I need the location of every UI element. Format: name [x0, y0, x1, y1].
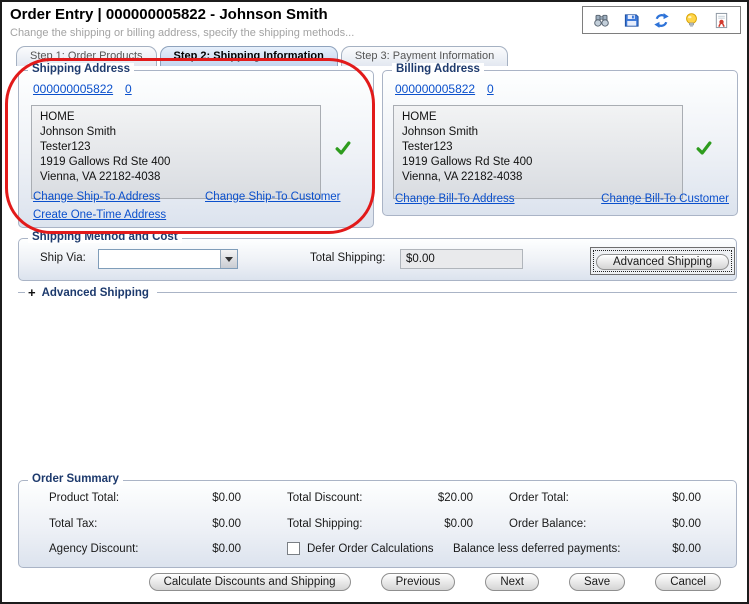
product-total-label: Product Total: — [49, 492, 120, 504]
shipping-address-count-link[interactable]: 0 — [125, 82, 132, 96]
previous-button[interactable]: Previous — [380, 573, 456, 591]
total-shipping-summary-value: $0.00 — [444, 518, 473, 530]
billing-addr-line: Johnson Smith — [402, 126, 479, 138]
shipping-addr-line: Tester123 — [40, 141, 91, 153]
report-icon[interactable] — [713, 12, 730, 29]
chevron-down-icon — [225, 256, 233, 262]
save-button[interactable]: Save — [568, 573, 626, 591]
shipping-addr-line: Vienna, VA 22182-4038 — [40, 171, 161, 183]
expand-plus-icon[interactable]: + — [28, 285, 36, 300]
ship-via-dropdown-button[interactable] — [220, 250, 237, 268]
expander-border-dash — [18, 292, 25, 293]
order-balance-label: Order Balance: — [509, 518, 587, 530]
shipping-method-legend: Shipping Method and Cost — [28, 231, 182, 243]
change-bill-to-customer-link[interactable]: Change Bill-To Customer — [601, 193, 729, 205]
agency-discount-value: $0.00 — [212, 543, 241, 555]
shipping-addr-line: HOME — [40, 111, 75, 123]
order-summary-legend: Order Summary — [28, 473, 123, 485]
order-summary-group: Order Summary Product Total: $0.00 Total… — [18, 473, 737, 568]
billing-customer-number-link[interactable]: 000000005822 — [395, 82, 475, 96]
total-tax-label: Total Tax: — [49, 518, 98, 530]
ship-via-select[interactable] — [98, 249, 238, 269]
total-shipping-label: Total Shipping: — [310, 252, 386, 264]
total-shipping-summary-label: Total Shipping: — [287, 518, 363, 530]
defer-order-calculations-checkbox[interactable] — [287, 542, 300, 555]
order-total-value: $0.00 — [672, 492, 701, 504]
total-shipping-input[interactable] — [400, 249, 523, 269]
shipping-address-legend: Shipping Address — [28, 63, 134, 75]
total-discount-label: Total Discount: — [287, 492, 363, 504]
billing-verified-check-icon — [696, 141, 712, 155]
billing-address-count-link[interactable]: 0 — [487, 82, 494, 96]
shipping-address-box: HOME Johnson Smith Tester123 1919 Gallow… — [31, 105, 321, 199]
shipping-customer-number-link[interactable]: 000000005822 — [33, 82, 113, 96]
cancel-button[interactable]: Cancel — [655, 573, 721, 591]
find-icon[interactable] — [593, 12, 610, 29]
shipping-verified-check-icon — [335, 141, 351, 155]
change-bill-to-address-link[interactable]: Change Bill-To Address — [395, 193, 515, 205]
order-balance-value: $0.00 — [672, 518, 701, 530]
next-button[interactable]: Next — [485, 573, 539, 591]
advanced-shipping-button-label: Advanced Shipping — [596, 254, 730, 270]
save-icon[interactable] — [623, 12, 640, 29]
advanced-shipping-button[interactable]: Advanced Shipping — [590, 247, 736, 275]
shipping-method-group: Shipping Method and Cost Ship Via: Total… — [18, 231, 737, 281]
calculate-discounts-and-shipping-button[interactable]: Calculate Discounts and Shipping — [148, 573, 351, 591]
billing-address-legend: Billing Address — [392, 63, 484, 75]
defer-order-calculations-label: Defer Order Calculations — [307, 543, 434, 555]
page-title: Order Entry | 000000005822 - Johnson Smi… — [10, 6, 328, 23]
total-tax-value: $0.00 — [212, 518, 241, 530]
ship-via-label: Ship Via: — [40, 252, 86, 264]
refresh-icon[interactable] — [653, 12, 670, 29]
billing-address-box: HOME Johnson Smith Tester123 1919 Gallow… — [393, 105, 683, 199]
advanced-shipping-focus-ring: Advanced Shipping — [593, 250, 733, 272]
shipping-address-group: Shipping Address 000000005822 0 HOME Joh… — [18, 63, 374, 228]
header-toolbar — [582, 6, 741, 34]
product-total-value: $0.00 — [212, 492, 241, 504]
create-one-time-address-link[interactable]: Create One-Time Address — [33, 209, 166, 221]
footer-button-bar: Calculate Discounts and Shipping Previou… — [18, 573, 721, 591]
order-total-label: Order Total: — [509, 492, 569, 504]
billing-addr-line: HOME — [402, 111, 437, 123]
balance-less-deferred-label: Balance less deferred payments: — [453, 543, 621, 555]
agency-discount-label: Agency Discount: — [49, 543, 139, 555]
advanced-shipping-expander[interactable]: + Advanced Shipping — [18, 285, 737, 300]
billing-addr-line: 1919 Gallows Rd Ste 400 — [402, 156, 533, 168]
ship-via-selected-value — [99, 250, 220, 268]
shipping-addr-line: 1919 Gallows Rd Ste 400 — [40, 156, 171, 168]
advanced-shipping-expander-label[interactable]: Advanced Shipping — [42, 287, 149, 299]
billing-addr-line: Tester123 — [402, 141, 453, 153]
order-entry-window: Order Entry | 000000005822 - Johnson Smi… — [0, 0, 749, 604]
balance-less-deferred-value: $0.00 — [672, 543, 701, 555]
page-subtitle: Change the shipping or billing address, … — [10, 27, 355, 39]
total-discount-value: $20.00 — [437, 492, 473, 504]
billing-address-group: Billing Address 000000005822 0 HOME John… — [382, 63, 738, 216]
change-ship-to-customer-link[interactable]: Change Ship-To Customer — [205, 191, 341, 203]
billing-addr-line: Vienna, VA 22182-4038 — [402, 171, 523, 183]
shipping-addr-line: Johnson Smith — [40, 126, 117, 138]
tab-step2-shipping-information[interactable]: Step 2: Shipping Information — [159, 46, 338, 66]
change-ship-to-address-link[interactable]: Change Ship-To Address — [33, 191, 160, 203]
hint-icon[interactable] — [683, 12, 700, 29]
expander-rule — [156, 292, 737, 293]
